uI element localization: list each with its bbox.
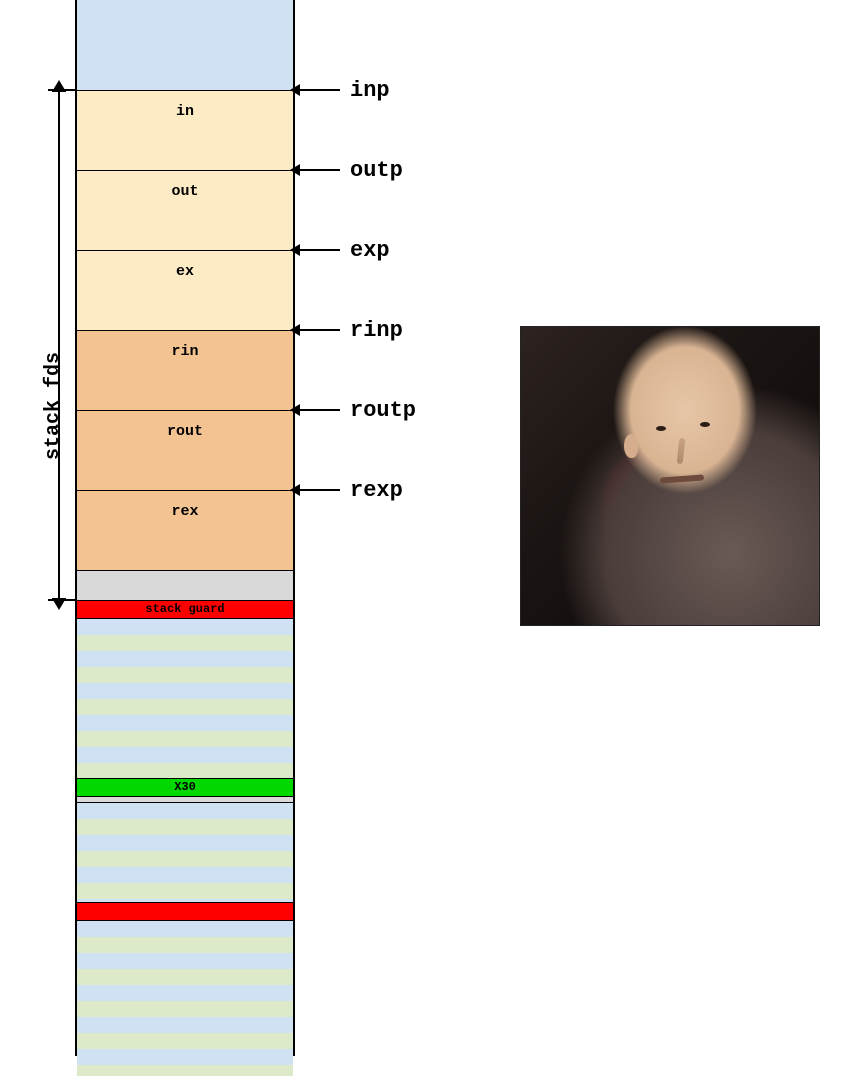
pointer-rinp-label: rinp (350, 318, 403, 343)
pointer-routp: routp (300, 398, 416, 422)
pointer-outp-label: outp (350, 158, 403, 183)
pointer-exp-label: exp (350, 238, 390, 263)
pointer-inp-label: inp (350, 78, 390, 103)
pointer-rexp: rexp (300, 478, 403, 502)
region-rin-label: rin (171, 343, 198, 360)
bracket-arrow-down-icon (53, 600, 65, 610)
region-x30-label: X30 (174, 780, 196, 794)
region-stack-guard-label: stack guard (145, 602, 224, 616)
region-rex-label: rex (171, 503, 198, 520)
region-rout: rout (77, 410, 293, 490)
memory-stack: in out ex rin rout rex stack guard X30 (75, 0, 295, 1056)
stack-fds-bracket (58, 90, 60, 600)
bracket-rule-top (48, 89, 78, 91)
striped-region-1 (77, 618, 293, 778)
striped-region-3 (77, 920, 293, 1076)
stack-fds-label: stack_fds (42, 352, 65, 460)
region-in: in (77, 90, 293, 170)
region-ex: ex (77, 250, 293, 330)
region-stack-guard: stack guard (77, 600, 293, 618)
region-rout-label: rout (167, 423, 203, 440)
photo-eye-right-shape (700, 422, 710, 427)
region-rex: rex (77, 490, 293, 570)
region-in-label: in (176, 103, 194, 120)
diagram-canvas: stack_fds in out ex rin rout rex (0, 0, 864, 1056)
region-rin: rin (77, 330, 293, 410)
region-ex-label: ex (176, 263, 194, 280)
reaction-photo (520, 326, 820, 626)
photo-mouth-shape (660, 474, 704, 483)
pointer-exp: exp (300, 238, 390, 262)
arrow-left-icon (300, 329, 340, 331)
region-out-label: out (171, 183, 198, 200)
arrow-left-icon (300, 409, 340, 411)
grey-gap-1 (77, 570, 293, 600)
pointer-routp-label: routp (350, 398, 416, 423)
region-x30: X30 (77, 778, 293, 796)
striped-region-2 (77, 802, 293, 902)
arrow-left-icon (300, 249, 340, 251)
pointer-outp: outp (300, 158, 403, 182)
region-out: out (77, 170, 293, 250)
arrow-left-icon (300, 489, 340, 491)
region-stack-guard-2 (77, 902, 293, 920)
pointer-inp: inp (300, 78, 390, 102)
arrow-left-icon (300, 89, 340, 91)
photo-nose-shape (677, 438, 686, 464)
photo-eye-left-shape (656, 426, 666, 431)
arrow-left-icon (300, 169, 340, 171)
bracket-rule-bottom (48, 599, 78, 601)
stack-top-padding (77, 0, 293, 90)
photo-ear-shape (624, 434, 638, 458)
pointer-rinp: rinp (300, 318, 403, 342)
pointer-rexp-label: rexp (350, 478, 403, 503)
